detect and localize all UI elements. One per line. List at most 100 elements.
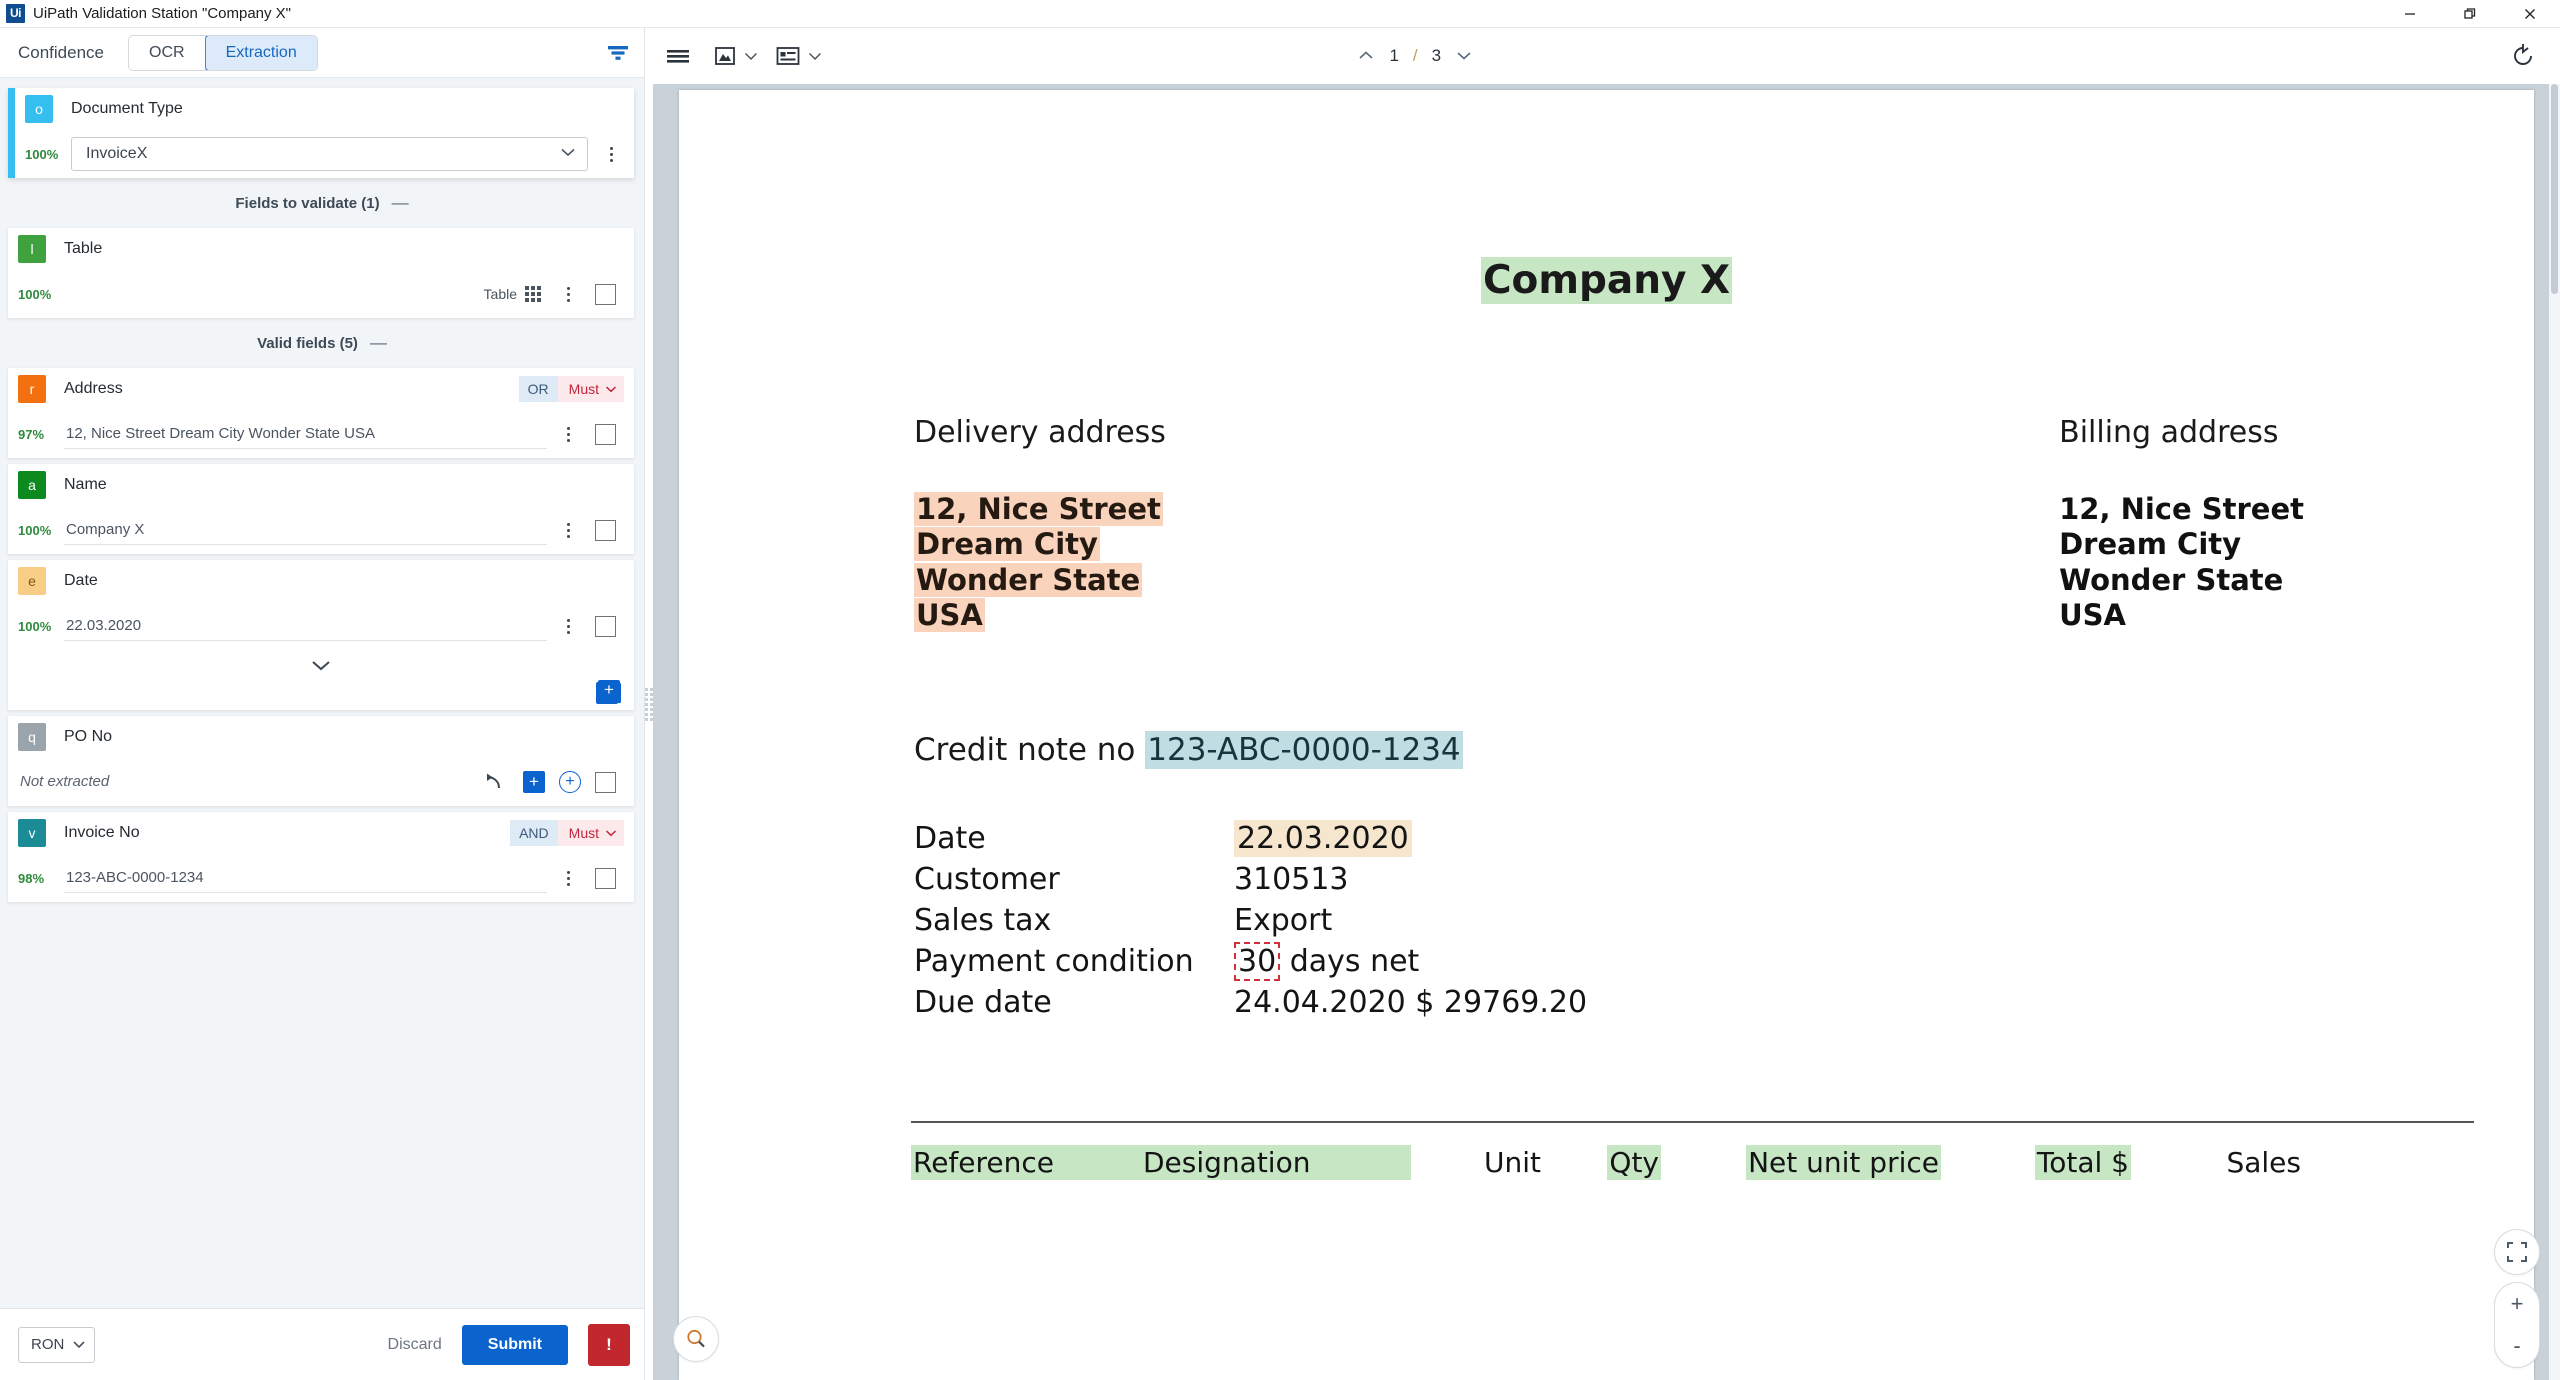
delivery-address-heading: Delivery address (914, 415, 1166, 450)
viewer-scrollbar[interactable] (2549, 84, 2560, 1380)
requirement-chip-address[interactable]: Must (557, 376, 624, 402)
submit-button[interactable]: Submit (461, 1324, 568, 1365)
field-input-invoice-no[interactable]: 123-ABC-0000-1234 (64, 864, 547, 893)
report-issue-button[interactable]: ! (588, 1323, 630, 1366)
tab-ocr[interactable]: OCR (129, 35, 206, 70)
zoom-in-button[interactable]: + (2511, 1293, 2524, 1315)
collapse-icon-fields-to-validate[interactable]: — (392, 193, 409, 213)
detail-row-date: Date 22.03.2020 (914, 818, 2534, 859)
add-square-icon[interactable]: + (523, 771, 545, 793)
zoom-out-button[interactable]: - (2513, 1335, 2520, 1357)
viewer-toolbar: 1 / 3 (653, 28, 2560, 84)
field-badge-invoice-no: v (18, 819, 46, 847)
discard-button[interactable]: Discard (388, 1336, 442, 1354)
field-label-name: Name (64, 476, 107, 493)
fields-list[interactable]: o Document Type 100% InvoiceX Fields to … (0, 78, 644, 1308)
search-icon[interactable] (673, 1316, 719, 1362)
expand-date-icon[interactable] (8, 650, 634, 680)
detail-row-sales-tax: Sales tax Export (914, 900, 2534, 941)
tab-extraction[interactable]: Extraction (204, 35, 317, 70)
field-menu-icon-invoice-no[interactable] (555, 870, 581, 886)
detail-key-date: Date (914, 820, 986, 856)
field-input-date[interactable]: 22.03.2020 (64, 612, 547, 641)
operator-chip-address: OR (518, 376, 558, 402)
field-value-row-po-no: Not extracted + + (8, 758, 634, 806)
add-page-wrap: + (8, 680, 634, 710)
hamburger-menu-icon[interactable] (665, 46, 691, 66)
document-type-select-wrap[interactable]: InvoiceX (71, 137, 588, 171)
table-header-qty: Qty (1607, 1144, 1661, 1180)
panel-splitter[interactable] (645, 28, 653, 1380)
field-checkbox-invoice-no[interactable] (595, 867, 616, 889)
field-card-invoice-no[interactable]: v Invoice No AND Must 98% 123-ABC-0000-1… (8, 812, 634, 902)
field-menu-icon-address[interactable] (555, 426, 581, 442)
field-card-date[interactable]: e Date 100% 22.03.2020 + (8, 560, 634, 710)
close-button[interactable] (2500, 0, 2560, 28)
field-input-name[interactable]: Company X (64, 516, 547, 545)
document-type-card[interactable]: o Document Type 100% InvoiceX (8, 88, 634, 178)
document-type-menu-icon[interactable] (598, 146, 624, 162)
table-actions: Table (484, 283, 624, 305)
field-label-table: Table (64, 240, 103, 257)
field-label-date: Date (64, 572, 98, 589)
detail-value-customer: 310513 (1234, 861, 1349, 897)
field-checkbox-name[interactable] (595, 519, 616, 541)
image-view-icon[interactable] (713, 44, 737, 68)
layout-view-chevron-icon[interactable] (807, 51, 823, 61)
next-page-icon[interactable] (1455, 46, 1473, 66)
confidence-mode-toggle[interactable]: OCR Extraction (128, 34, 318, 71)
document-canvas[interactable]: Company X Delivery address 12, Nice Stre… (653, 84, 2560, 1380)
zoom-controls[interactable]: + - (2494, 1282, 2540, 1368)
prev-page-icon[interactable] (1357, 46, 1375, 66)
collapse-icon-valid-fields[interactable]: — (370, 333, 387, 353)
delivery-address-column: Delivery address 12, Nice Street Dream C… (914, 415, 1166, 634)
rotate-icon[interactable] (2510, 43, 2536, 69)
field-card-address[interactable]: r Address OR Must 97% 12, Nice Street Dr… (8, 368, 634, 458)
field-card-po-no[interactable]: q PO No Not extracted + + (8, 716, 634, 806)
restore-button[interactable] (2440, 0, 2500, 28)
field-checkbox-date[interactable] (595, 615, 616, 637)
window-controls (2380, 0, 2560, 28)
field-badge-name: a (18, 471, 46, 499)
chevron-down-icon[interactable] (559, 145, 577, 163)
currency-value: RON (31, 1336, 65, 1353)
field-card-name[interactable]: a Name 100% Company X (8, 464, 634, 554)
chevron-down-icon (605, 386, 617, 393)
field-card-table[interactable]: l Table 100% Table (8, 228, 634, 318)
undo-icon[interactable] (483, 772, 507, 792)
billing-address-line-1: 12, Nice Street (2059, 492, 2304, 526)
field-input-address[interactable]: 12, Nice Street Dream City Wonder State … (64, 420, 547, 449)
document-table-rule (911, 1120, 2474, 1123)
document-page[interactable]: Company X Delivery address 12, Nice Stre… (679, 90, 2534, 1380)
viewer-scrollbar-thumb[interactable] (2551, 84, 2558, 294)
layout-view-icon[interactable] (775, 45, 801, 67)
field-badge-address: r (18, 375, 46, 403)
table-grid-icon[interactable] (525, 286, 541, 302)
image-view-chevron-icon[interactable] (743, 51, 759, 61)
document-viewer: 1 / 3 Company X Delivery address 12, Nic… (653, 28, 2560, 1380)
section-valid-fields[interactable]: Valid fields (5) — (0, 324, 644, 362)
fit-to-screen-icon[interactable] (2494, 1229, 2540, 1275)
currency-select[interactable]: RON (18, 1326, 96, 1363)
billing-address-line-3: Wonder State (2059, 562, 2284, 597)
section-fields-to-validate[interactable]: Fields to validate (1) — (0, 184, 644, 222)
splitter-grip-icon (645, 687, 653, 721)
field-checkbox-address[interactable] (595, 423, 616, 445)
section-title-fields-to-validate: Fields to validate (1) (235, 194, 380, 212)
add-circle-icon[interactable]: + (559, 771, 581, 793)
field-menu-icon-date[interactable] (555, 618, 581, 634)
field-header-date: e Date (8, 560, 634, 602)
document-type-select[interactable]: InvoiceX (71, 137, 588, 171)
credit-note-value: 123-ABC-0000-1234 (1145, 730, 1463, 769)
filter-icon[interactable] (606, 43, 630, 63)
minimize-button[interactable] (2380, 0, 2440, 28)
document-type-label: Document Type (71, 100, 183, 117)
field-menu-icon-table[interactable] (555, 286, 581, 302)
selection-box-payment-condition[interactable]: 30 (1234, 941, 1281, 981)
field-checkbox-po-no[interactable] (595, 771, 616, 793)
requirement-chip-invoice-no[interactable]: Must (557, 820, 624, 846)
field-menu-icon-name[interactable] (555, 522, 581, 538)
add-page-icon[interactable]: + (598, 680, 620, 702)
field-checkbox-table[interactable] (595, 283, 616, 305)
credit-note-label: Credit note no (914, 731, 1136, 768)
